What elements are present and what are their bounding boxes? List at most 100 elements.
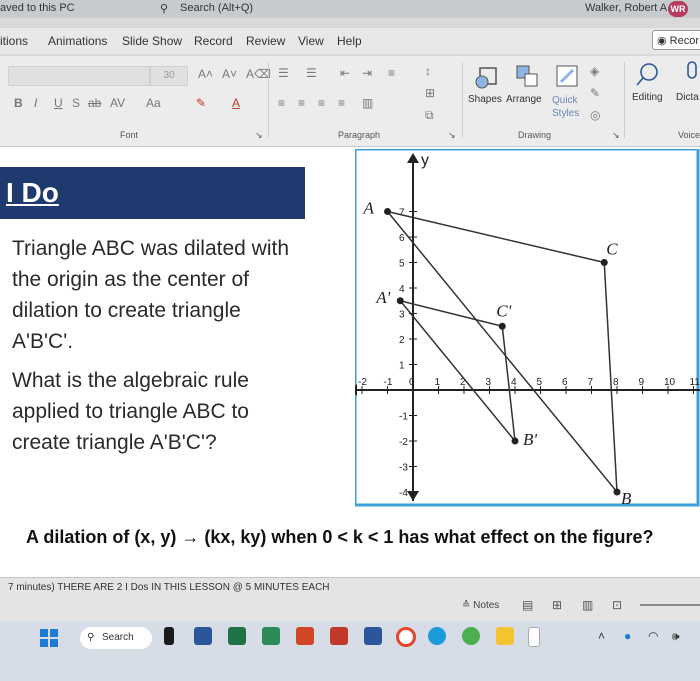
onedrive-icon[interactable]: ● bbox=[624, 629, 631, 643]
user-name[interactable]: Walker, Robert A bbox=[585, 2, 667, 14]
task-view-icon[interactable] bbox=[164, 627, 174, 645]
normal-view-icon[interactable]: ▤ bbox=[522, 598, 533, 612]
point-label: C' bbox=[496, 301, 511, 320]
shape-outline-icon[interactable]: ✎ bbox=[590, 86, 600, 100]
drawing-dialog-launcher-icon[interactable]: ↘ bbox=[612, 130, 620, 141]
x-tick-label: 5 bbox=[537, 377, 543, 388]
y-tick-label: -4 bbox=[399, 488, 408, 499]
font-family-select[interactable] bbox=[8, 66, 150, 86]
record-button[interactable]: ◉ Recor bbox=[652, 30, 700, 50]
numbering-icon[interactable]: ☰ bbox=[306, 66, 317, 80]
arrange-label[interactable]: Arrange bbox=[506, 94, 542, 105]
outlook-icon[interactable] bbox=[364, 627, 382, 645]
shadow-button[interactable]: S bbox=[72, 96, 80, 110]
windows-start-icon[interactable] bbox=[40, 629, 58, 647]
char-spacing-button[interactable]: AV bbox=[110, 96, 125, 110]
bullets-icon[interactable]: ☰ bbox=[278, 66, 289, 80]
highlight-icon[interactable]: ✎ bbox=[196, 96, 206, 110]
ribbon-divider bbox=[462, 62, 463, 138]
y-tick-label: 4 bbox=[399, 284, 405, 295]
tab-review[interactable]: Review bbox=[246, 34, 285, 48]
slide-sorter-icon[interactable]: ⊞ bbox=[552, 598, 562, 612]
arrange-icon[interactable] bbox=[513, 62, 543, 90]
reading-view-icon[interactable]: ▥ bbox=[582, 598, 593, 612]
file-explorer-icon[interactable] bbox=[496, 627, 514, 645]
zoom-slider[interactable] bbox=[640, 604, 700, 606]
notepad-icon[interactable] bbox=[528, 627, 540, 647]
chrome-alt-icon[interactable] bbox=[462, 627, 480, 645]
x-tick-label: -1 bbox=[384, 377, 393, 388]
increase-indent-icon[interactable]: ⇥ bbox=[362, 66, 372, 80]
microphone-icon[interactable] bbox=[684, 60, 700, 88]
avatar[interactable]: WR bbox=[668, 1, 688, 17]
font-size-select[interactable]: 30 bbox=[150, 66, 188, 86]
quick-styles-label[interactable]: Quick Styles bbox=[552, 94, 588, 120]
y-axis-label: y bbox=[421, 152, 429, 169]
shapes-icon[interactable] bbox=[472, 62, 504, 90]
shrink-font-icon[interactable]: A˅ bbox=[222, 67, 237, 81]
slideshow-view-icon[interactable]: ⊡ bbox=[612, 598, 622, 612]
grow-font-icon[interactable]: A˄ bbox=[198, 67, 213, 81]
tab-animations[interactable]: Animations bbox=[48, 34, 107, 48]
point-c-prime bbox=[498, 322, 506, 330]
volume-icon[interactable]: 🕪 bbox=[672, 629, 680, 644]
align-right-icon[interactable]: ≡ bbox=[318, 96, 325, 110]
word-icon[interactable] bbox=[194, 627, 212, 645]
wifi-icon[interactable]: ◠ bbox=[648, 629, 658, 643]
status-message: 7 minutes) THERE ARE 2 I Dos IN THIS LES… bbox=[8, 582, 330, 593]
underline-button[interactable]: U bbox=[54, 96, 63, 110]
smartart-icon[interactable]: ⧉ bbox=[425, 108, 434, 123]
y-tick-label: 6 bbox=[399, 233, 405, 244]
shape-fill-icon[interactable]: ◈ bbox=[590, 64, 599, 78]
title-search-box[interactable]: Search (Alt+Q) bbox=[180, 2, 253, 14]
bold-button[interactable]: B bbox=[14, 96, 23, 110]
point-label: C bbox=[606, 240, 618, 259]
chrome-icon[interactable] bbox=[396, 627, 416, 647]
point-b bbox=[613, 488, 621, 496]
editing-label[interactable]: Editing bbox=[632, 92, 663, 103]
justify-icon[interactable]: ≡ bbox=[338, 96, 345, 110]
y-tick-label: 2 bbox=[399, 335, 405, 346]
powerpoint-icon[interactable] bbox=[296, 627, 314, 645]
strikethrough-button[interactable]: ab bbox=[88, 96, 101, 110]
dictate-label[interactable]: Dicta bbox=[676, 92, 699, 103]
notes-button[interactable]: ≙ Notes bbox=[462, 600, 499, 611]
font-dialog-launcher-icon[interactable]: ↘ bbox=[255, 130, 263, 141]
align-left-icon[interactable]: ≡ bbox=[278, 96, 285, 110]
slide-canvas[interactable]: I Do Triangle ABC was dilated with the o… bbox=[0, 147, 700, 577]
align-text-icon[interactable]: ⊞ bbox=[425, 86, 435, 100]
slide-heading: I Do bbox=[6, 177, 59, 208]
point-label: A' bbox=[375, 288, 390, 307]
line-spacing-icon[interactable]: ≡ bbox=[388, 66, 395, 80]
drawing-group-label: Drawing bbox=[518, 130, 552, 140]
shape-effects-icon[interactable]: ◎ bbox=[590, 108, 600, 122]
tab-transitions[interactable]: itions bbox=[0, 34, 28, 48]
question-line: A'B'C'. bbox=[12, 330, 74, 353]
tab-slide-show[interactable]: Slide Show bbox=[122, 34, 182, 48]
decrease-indent-icon[interactable]: ⇤ bbox=[340, 66, 350, 80]
columns-icon[interactable]: ▥ bbox=[362, 96, 373, 110]
acrobat-icon[interactable] bbox=[330, 627, 348, 645]
tab-help[interactable]: Help bbox=[337, 34, 362, 48]
shapes-label[interactable]: Shapes bbox=[468, 94, 502, 105]
italic-button[interactable]: I bbox=[34, 96, 37, 110]
x-tick-label: 4 bbox=[511, 377, 517, 388]
text-direction-icon[interactable]: ↕ bbox=[425, 64, 431, 78]
edge-icon[interactable] bbox=[428, 627, 446, 645]
question-line: dilation to create triangle bbox=[12, 299, 241, 322]
quick-styles-icon[interactable] bbox=[553, 62, 583, 90]
tab-record[interactable]: Record bbox=[194, 34, 233, 48]
x-tick-label: 8 bbox=[613, 377, 619, 388]
font-color-icon[interactable]: A bbox=[232, 96, 240, 110]
align-center-icon[interactable]: ≡ bbox=[298, 96, 305, 110]
chevron-up-icon[interactable]: ˄ bbox=[598, 629, 605, 643]
excel-icon[interactable] bbox=[228, 627, 246, 645]
search-icon[interactable] bbox=[634, 60, 662, 88]
tab-view[interactable]: View bbox=[298, 34, 324, 48]
change-case-button[interactable]: Aa bbox=[146, 96, 161, 110]
search-icon[interactable]: ⚲ bbox=[160, 2, 168, 15]
taskbar-search[interactable]: ⚲ Search bbox=[80, 627, 152, 649]
ribbon-tabs: itions Animations Slide Show Record Revi… bbox=[0, 28, 700, 54]
paragraph-dialog-launcher-icon[interactable]: ↘ bbox=[448, 130, 456, 141]
publisher-icon[interactable] bbox=[262, 627, 280, 645]
